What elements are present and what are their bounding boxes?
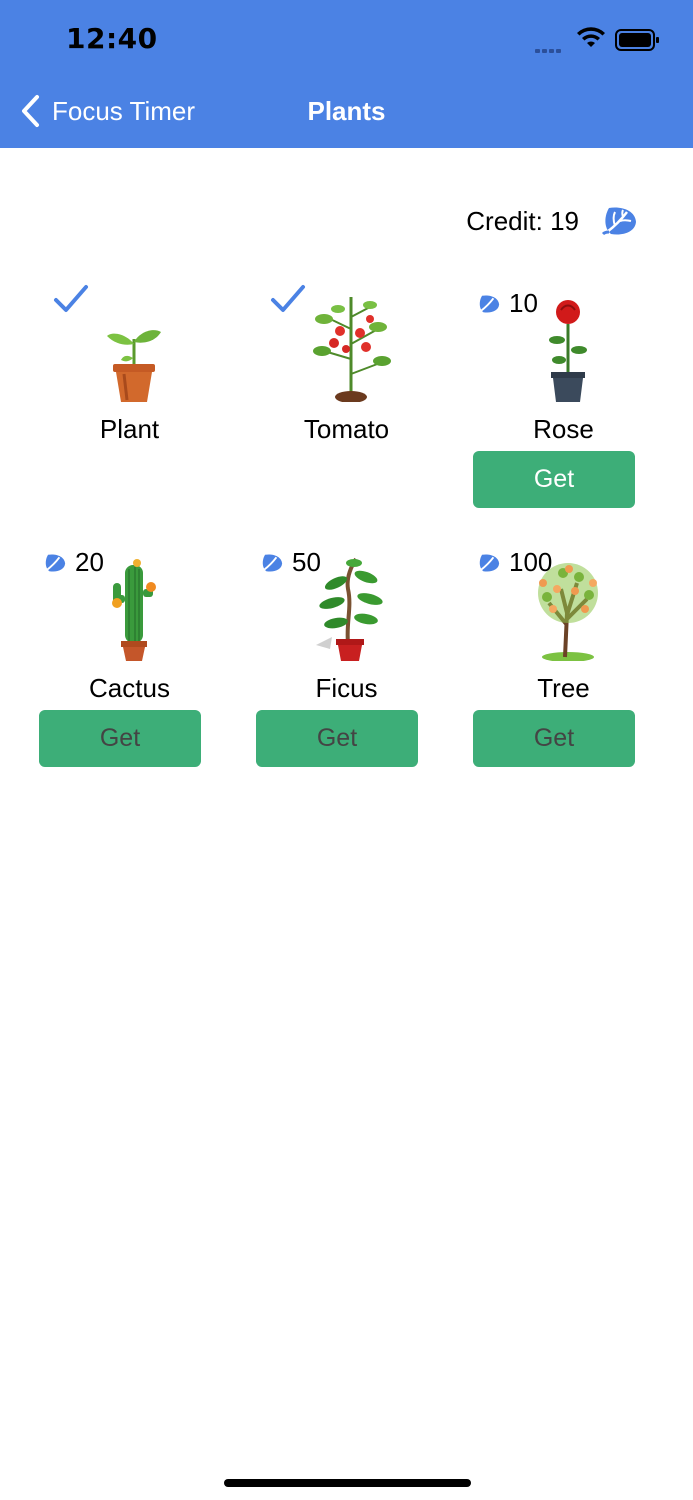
cactus-image — [112, 559, 156, 661]
get-button[interactable]: Get — [473, 710, 635, 767]
plant-name: Ficus — [315, 673, 378, 703]
status-time: 12:40 — [66, 22, 158, 55]
get-button[interactable]: Get — [473, 451, 635, 508]
ficus-image — [316, 557, 383, 661]
credit-label: Credit: 19 — [466, 205, 579, 236]
plant-tile-tree[interactable]: 100 Tree Get — [455, 543, 672, 803]
rose-image — [549, 300, 587, 402]
plant-name: Cactus — [89, 673, 170, 703]
navigation-header: 12:40 Focus Timer Plants — [0, 0, 693, 148]
plant-image — [107, 330, 161, 402]
plant-name: Tree — [537, 673, 590, 703]
plant-tile-cactus[interactable]: 20 Cactus Get — [21, 543, 238, 803]
get-button[interactable]: Get — [256, 710, 418, 767]
home-indicator[interactable] — [224, 1479, 471, 1487]
plant-tile-plant[interactable]: Plant — [21, 284, 238, 544]
plant-name: Plant — [99, 414, 160, 444]
plant-tile-tomato[interactable]: Tomato — [238, 284, 455, 544]
plant-tile-rose[interactable]: 10 Rose Get — [455, 284, 672, 544]
tomato-image — [313, 297, 391, 402]
battery-icon — [615, 29, 659, 51]
leaf-icon — [479, 294, 500, 313]
cellular-signal-icon — [535, 40, 563, 58]
credit-display: Credit: 19 — [466, 204, 639, 238]
get-button[interactable]: Get — [39, 710, 201, 767]
leaf-icon — [45, 553, 66, 572]
plant-tile-ficus[interactable]: 50 Ficus Get — [238, 543, 455, 803]
leaf-icon — [479, 553, 500, 572]
tree-image — [538, 563, 598, 661]
plant-name: Tomato — [303, 414, 390, 444]
wifi-icon — [577, 27, 605, 47]
page-title: Plants — [307, 96, 386, 126]
leaf-icon — [262, 553, 283, 572]
leaf-icon — [601, 207, 636, 236]
plant-name: Rose — [533, 414, 594, 444]
